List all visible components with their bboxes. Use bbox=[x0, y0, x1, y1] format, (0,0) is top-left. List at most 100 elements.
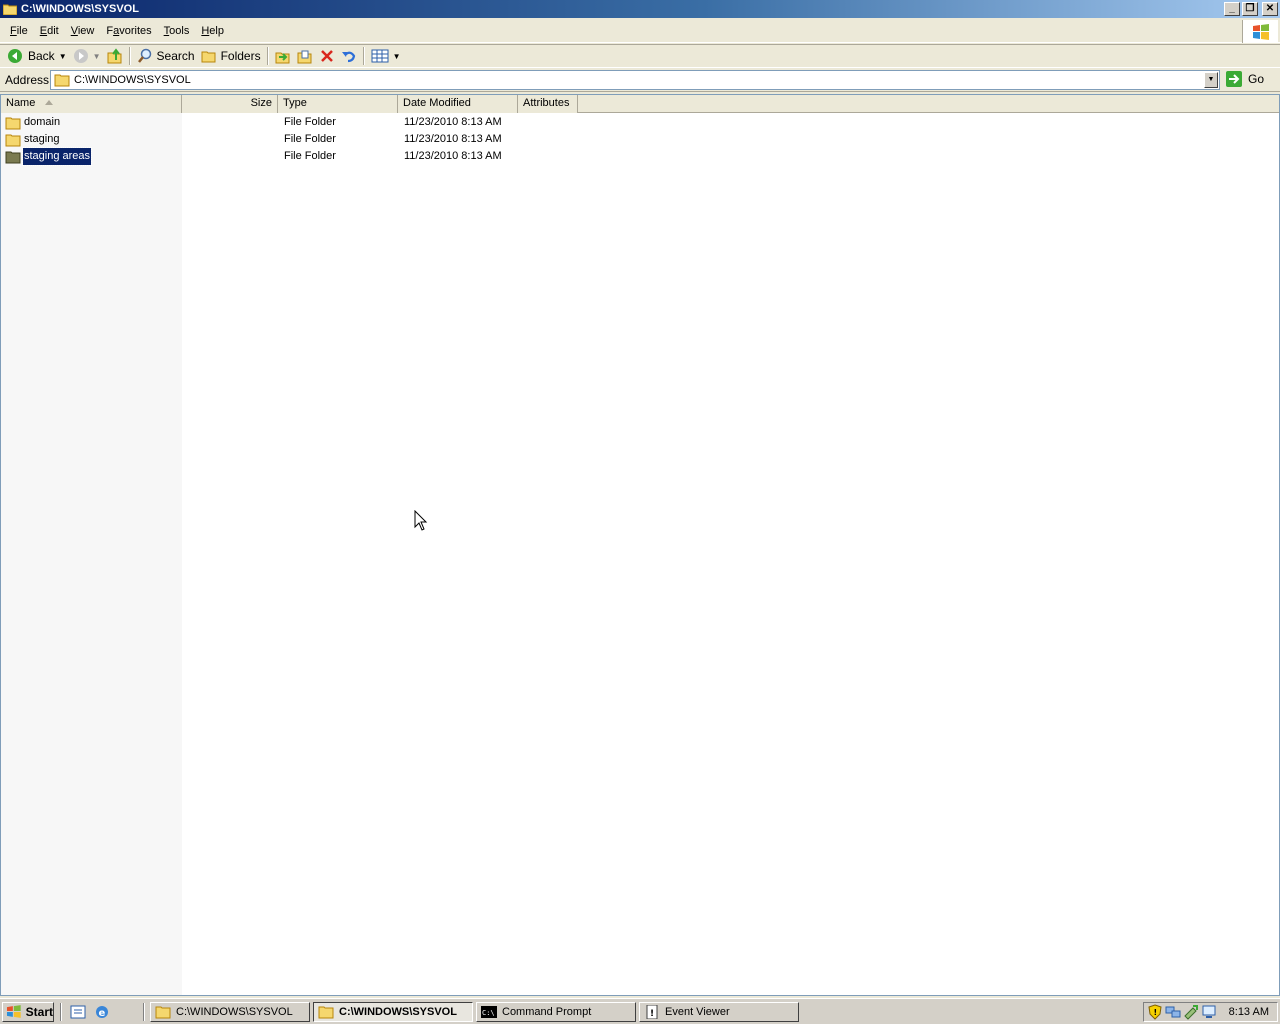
copy-to-icon bbox=[297, 50, 312, 64]
move-to-button[interactable] bbox=[272, 45, 294, 67]
network-icon[interactable] bbox=[1165, 1004, 1181, 1020]
local-area-connection-icon[interactable] bbox=[1201, 1004, 1217, 1020]
menu-label-rest: iew bbox=[77, 25, 95, 37]
menu-edit[interactable]: Edit bbox=[34, 23, 65, 39]
column-header-size[interactable]: Size bbox=[182, 95, 278, 113]
file-row[interactable]: staging File Folder 11/23/2010 8:13 AM bbox=[1, 131, 1279, 148]
toolbar-separator bbox=[266, 47, 269, 65]
toolbar-separator bbox=[362, 47, 365, 65]
file-size bbox=[182, 131, 272, 148]
internet-explorer-icon[interactable]: e bbox=[94, 1004, 110, 1020]
file-row[interactable]: staging areas File Folder 11/23/2010 8:13 … bbox=[1, 147, 1279, 166]
restore-button[interactable]: ❐ bbox=[1242, 2, 1258, 16]
column-header-type[interactable]: Type bbox=[278, 95, 398, 113]
manage-server-icon[interactable] bbox=[70, 1004, 86, 1020]
svg-text:!: ! bbox=[1154, 1008, 1158, 1017]
menu-file[interactable]: File bbox=[4, 23, 34, 39]
menu-tools[interactable]: Tools bbox=[158, 23, 196, 39]
sorted-column-shade bbox=[1, 113, 182, 995]
menu-help[interactable]: Help bbox=[195, 23, 230, 39]
menu-label-rest: ile bbox=[16, 25, 28, 37]
search-label: Search bbox=[156, 49, 195, 63]
back-label: Back bbox=[28, 49, 55, 63]
taskbar: Start e C:\WINDOWS\SYSVOL C:\WINDOWS\SYSV… bbox=[0, 998, 1280, 1024]
folder-icon bbox=[54, 74, 70, 87]
windows-flag-icon bbox=[6, 1005, 21, 1018]
undo-button[interactable] bbox=[338, 45, 360, 67]
toolbar-separator bbox=[128, 47, 131, 65]
file-date-modified: 11/23/2010 8:13 AM bbox=[404, 116, 502, 128]
address-value: C:\WINDOWS\SYSVOL bbox=[74, 74, 191, 86]
taskbar-button[interactable]: C:\WINDOWS\SYSVOL bbox=[150, 1002, 310, 1022]
search-button[interactable]: Search bbox=[134, 45, 198, 67]
event-viewer-icon: ! bbox=[646, 1005, 658, 1019]
views-button[interactable]: ▼ bbox=[368, 45, 404, 67]
close-button[interactable]: ✕ bbox=[1262, 2, 1278, 16]
taskbar-button-label: Command Prompt bbox=[502, 1006, 592, 1018]
file-name: domain bbox=[24, 116, 61, 128]
file-list-view[interactable]: Name Size Type Date Modified Attributes … bbox=[0, 94, 1280, 996]
menu-view[interactable]: View bbox=[65, 23, 101, 39]
go-arrow-icon bbox=[1226, 71, 1242, 87]
column-header-date-modified[interactable]: Date Modified bbox=[398, 95, 518, 113]
file-date-modified: 11/23/2010 8:13 AM bbox=[404, 133, 502, 145]
windows-logo-icon bbox=[1242, 20, 1278, 43]
start-button[interactable]: Start bbox=[2, 1002, 54, 1022]
folders-button[interactable]: Folders bbox=[198, 45, 264, 67]
views-dropdown-icon[interactable]: ▼ bbox=[393, 52, 401, 61]
minimize-button[interactable]: _ bbox=[1224, 2, 1240, 16]
address-dropdown-icon[interactable]: ▼ bbox=[1204, 72, 1218, 88]
file-type: File Folder bbox=[284, 150, 336, 162]
folder-icon bbox=[5, 134, 21, 146]
copy-to-button[interactable] bbox=[294, 45, 316, 67]
address-label: Address bbox=[5, 73, 50, 87]
taskbar-button-label: Event Viewer bbox=[665, 1006, 730, 1018]
column-header-row: Name Size Type Date Modified Attributes bbox=[1, 95, 1279, 113]
system-tray: ! 8:13 AM bbox=[1143, 1002, 1278, 1022]
views-icon bbox=[371, 49, 389, 63]
undo-icon bbox=[341, 51, 355, 63]
sort-ascending-icon bbox=[45, 100, 53, 105]
file-name-cell[interactable]: staging areas bbox=[5, 147, 93, 166]
address-input[interactable]: C:\WINDOWS\SYSVOL ▼ bbox=[50, 70, 1220, 90]
back-button[interactable]: Back ▼ bbox=[4, 45, 70, 67]
menu-accelerator: V bbox=[70, 25, 78, 37]
file-size bbox=[182, 114, 272, 131]
menu-bar: File Edit View Favorites Tools Help bbox=[0, 20, 1280, 43]
folder-icon bbox=[5, 117, 21, 129]
menu-label-rest: vorites bbox=[119, 25, 152, 37]
clock[interactable]: 8:13 AM bbox=[1229, 1006, 1269, 1018]
forward-arrow-icon bbox=[73, 49, 88, 63]
file-name: staging areas bbox=[21, 147, 93, 166]
safely-remove-hardware-icon[interactable] bbox=[1183, 1004, 1199, 1020]
file-name-cell[interactable]: domain bbox=[5, 114, 61, 131]
column-header-name[interactable]: Name bbox=[1, 95, 182, 113]
taskbar-button[interactable]: C:\ Command Prompt bbox=[476, 1002, 636, 1022]
standard-toolbar: Back ▼ ▼ Search Folders ▼ bbox=[0, 44, 1280, 68]
menu-accelerator: E bbox=[39, 25, 48, 37]
forward-button[interactable]: ▼ bbox=[70, 45, 104, 67]
mouse-cursor-icon bbox=[414, 510, 428, 531]
svg-text:!: ! bbox=[650, 1009, 654, 1019]
go-button[interactable]: Go bbox=[1225, 70, 1264, 88]
security-shield-icon[interactable]: ! bbox=[1147, 1004, 1163, 1020]
file-type: File Folder bbox=[284, 133, 336, 145]
menu-favorites[interactable]: Favorites bbox=[100, 23, 157, 39]
title-bar[interactable]: C:\WINDOWS\SYSVOL _ ❐ ✕ bbox=[0, 0, 1280, 18]
file-row[interactable]: domain File Folder 11/23/2010 8:13 AM bbox=[1, 114, 1279, 131]
file-date-modified: 11/23/2010 8:13 AM bbox=[404, 150, 502, 162]
file-name-cell[interactable]: staging bbox=[5, 131, 60, 148]
svg-text:C:\: C:\ bbox=[482, 1009, 495, 1017]
file-size bbox=[182, 148, 272, 165]
delete-button[interactable] bbox=[316, 45, 338, 67]
forward-dropdown-icon[interactable]: ▼ bbox=[93, 52, 101, 61]
search-icon bbox=[137, 48, 151, 63]
taskbar-button[interactable]: C:\WINDOWS\SYSVOL bbox=[313, 1002, 473, 1022]
taskbar-button[interactable]: ! Event Viewer bbox=[639, 1002, 799, 1022]
column-header-attributes[interactable]: Attributes bbox=[518, 95, 578, 113]
quicklaunch-separator bbox=[60, 1003, 62, 1021]
up-folder-button[interactable] bbox=[104, 45, 126, 67]
back-dropdown-icon[interactable]: ▼ bbox=[59, 52, 67, 61]
back-arrow-icon bbox=[8, 49, 22, 63]
menu-label-rest: elp bbox=[209, 25, 224, 37]
